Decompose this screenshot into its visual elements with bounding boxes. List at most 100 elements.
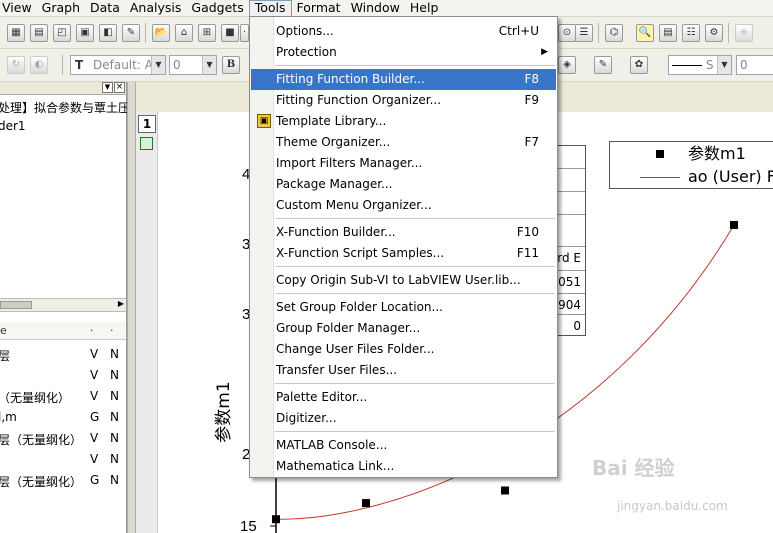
column-header-type[interactable]: · (90, 324, 94, 337)
save-template-icon[interactable]: · (240, 24, 249, 42)
menu-item-transfer-user-files[interactable]: Transfer User Files... (251, 360, 556, 381)
fill-color-icon[interactable]: ◈ (558, 56, 576, 74)
menu-window[interactable]: Window (346, 0, 405, 17)
menu-view[interactable]: View (0, 0, 37, 17)
menu-item-options[interactable]: Options... Ctrl+U (251, 21, 556, 42)
selected-folder-item[interactable]: der1 (0, 119, 26, 133)
horizontal-scrollbar[interactable]: ▶ (0, 298, 126, 312)
bold-icon[interactable]: B (222, 56, 240, 74)
column-header-view[interactable]: · (110, 324, 114, 337)
menu-item-label: Template Library... (276, 114, 387, 128)
save-icon[interactable]: ■ (221, 24, 239, 42)
project-explorer-icon[interactable]: ⌬ (605, 24, 623, 42)
menu-item-template-library[interactable]: ▣ Template Library... (251, 111, 556, 132)
scroll-right-arrow-icon[interactable]: ▶ (118, 299, 124, 308)
line-width-combo[interactable]: 0 (736, 55, 773, 75)
menu-item-protection[interactable]: Protection ▶ (251, 42, 556, 63)
menu-item-custom-menu-organizer[interactable]: Custom Menu Organizer... (251, 195, 556, 216)
menu-item-shortcut: Ctrl+U (498, 24, 539, 38)
line-color-icon[interactable]: ✎ (594, 56, 612, 74)
font-size-value: 0 (173, 58, 181, 72)
command-window-icon[interactable]: ▤ (659, 24, 677, 42)
menu-item-digitizer[interactable]: Digitizer... (251, 408, 556, 429)
open-icon[interactable]: 📂 (152, 24, 170, 42)
menu-item-package-manager[interactable]: Package Manager... (251, 174, 556, 195)
menu-item-label: MATLAB Console... (276, 438, 388, 452)
menu-item-x-function-script-samples[interactable]: X-Function Script Samples... F11 (251, 243, 556, 264)
template-library-icon: ▣ (257, 114, 271, 128)
menu-item-change-user-files-folder[interactable]: Change User Files Folder... (251, 339, 556, 360)
graph-legend[interactable]: 参数m1 ao (User) F (609, 141, 773, 189)
new-notes-icon[interactable]: ✎ (122, 24, 140, 42)
results-log-icon[interactable]: 🔍 (636, 24, 654, 42)
data-point (362, 499, 370, 508)
settings-gear-icon[interactable]: ⚙ (705, 24, 723, 42)
dropdown-icon[interactable]: ▼ (102, 82, 113, 93)
new-matrix-icon[interactable]: ▣ (76, 24, 94, 42)
menu-separator (275, 383, 555, 384)
y-tick-label: 15 (240, 518, 257, 533)
menu-item-import-filters-manager[interactable]: Import Filters Manager... (251, 153, 556, 174)
open-excel-icon[interactable]: ⊞ (198, 24, 216, 42)
menu-item-fitting-function-organizer[interactable]: Fitting Function Organizer... F9 (251, 90, 556, 111)
menu-graph[interactable]: Graph (37, 0, 85, 17)
menu-item-label: Package Manager... (276, 177, 393, 191)
menu-analysis[interactable]: Analysis (125, 0, 187, 17)
zoom-icon[interactable]: ◐ (30, 56, 48, 74)
panel-splitter[interactable] (127, 82, 136, 533)
item-view: N (110, 452, 119, 466)
menu-item-theme-organizer[interactable]: Theme Organizer... F7 (251, 132, 556, 153)
list-item[interactable]: VN (0, 452, 126, 470)
submenu-arrow-icon: ▶ (541, 47, 548, 57)
menu-item-fitting-function-builder[interactable]: Fitting Function Builder... F8 (251, 69, 556, 90)
menu-tools[interactable]: Tools (248, 0, 292, 17)
font-combo[interactable]: T Default: A ▼ (70, 55, 166, 75)
split-icon[interactable]: ☰ (575, 24, 593, 42)
new-graph-icon[interactable]: ◰ (53, 24, 71, 42)
chevron-down-icon: ▼ (151, 56, 165, 74)
redraw-icon[interactable]: ↻ (7, 56, 25, 74)
folder-title[interactable]: 处理】拟合参数与覃土压 (0, 99, 130, 116)
list-item[interactable]: 层（无量纲化） V N (0, 431, 126, 449)
toolbar-separator (598, 23, 599, 43)
menu-data[interactable]: Data (85, 0, 125, 17)
watermark-url: jingyan.baidu.com (617, 499, 728, 513)
line-style-combo[interactable]: S ▼ (668, 55, 732, 75)
menu-item-copy-origin-sub-vi-to-labview-user-lib[interactable]: Copy Origin Sub-VI to LabVIEW User.lib..… (251, 270, 556, 291)
list-item[interactable]: 层 VN (0, 347, 126, 365)
add-column-icon[interactable]: + (735, 24, 753, 42)
menu-format[interactable]: Format (292, 0, 346, 17)
menu-item-group-folder-manager[interactable]: Group Folder Manager... (251, 318, 556, 339)
close-icon[interactable]: × (114, 82, 125, 93)
new-book-icon[interactable]: ▤ (30, 24, 48, 42)
menu-item-mathematica-link[interactable]: Mathematica Link... (251, 456, 556, 477)
new-layout-icon[interactable]: ◧ (99, 24, 117, 42)
pattern-icon[interactable]: ✿ (630, 56, 648, 74)
menu-gadgets[interactable]: Gadgets (186, 0, 248, 17)
font-size-combo[interactable]: 0 ▼ (169, 55, 217, 75)
menu-item-palette-editor[interactable]: Palette Editor... (251, 387, 556, 408)
data-display-icon[interactable]: ⊙ (558, 24, 576, 42)
column-header-name[interactable]: e (0, 324, 7, 337)
scroll-thumb[interactable] (0, 301, 32, 309)
line-width-value: 0 (740, 58, 748, 72)
layer-1-button[interactable]: 1 (138, 115, 156, 133)
list-item[interactable]: （无量纲化） V N (0, 389, 126, 407)
menu-item-set-group-folder-location[interactable]: Set Group Folder Location... (251, 297, 556, 318)
lock-icon[interactable] (140, 137, 153, 150)
item-view: N (110, 473, 119, 487)
new-worksheet-icon[interactable]: ▦ (7, 24, 25, 42)
menu-item-label: Change User Files Folder... (276, 342, 435, 356)
menu-help[interactable]: Help (405, 0, 444, 17)
font-combo-value: Default: A (93, 58, 153, 72)
menu-item-label: Palette Editor... (276, 390, 368, 404)
list-item[interactable]: 层（无量纲化） G N (0, 473, 126, 491)
code-builder-icon[interactable]: ☷ (682, 24, 700, 42)
menu-item-x-function-builder[interactable]: X-Function Builder... F10 (251, 222, 556, 243)
open-template-icon[interactable]: ⌂ (175, 24, 193, 42)
item-view: N (110, 389, 119, 403)
list-item[interactable]: VN (0, 368, 126, 386)
layer-icon-column: 1 (136, 112, 158, 533)
list-item[interactable]: l,m GN (0, 410, 126, 428)
menu-item-matlab-console[interactable]: MATLAB Console... (251, 435, 556, 456)
